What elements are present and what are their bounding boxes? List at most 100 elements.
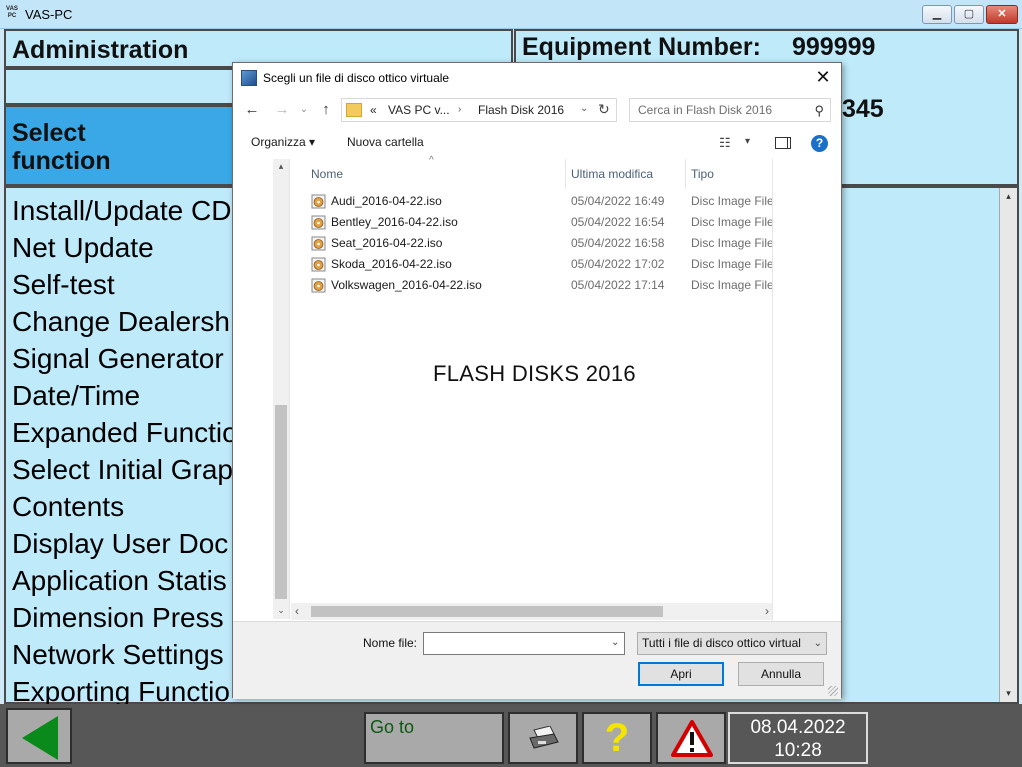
search-icon[interactable]: ⚲ [814, 103, 824, 119]
function-item[interactable]: Select Initial Grap [12, 451, 238, 488]
help-icon[interactable]: ? [811, 135, 828, 152]
minimize-button[interactable]: ▁ [922, 5, 952, 24]
scroll-right-icon[interactable]: › [765, 604, 769, 618]
search-box[interactable]: Cerca in Flash Disk 2016 ⚲ [629, 98, 831, 122]
warning-icon [671, 720, 713, 757]
recent-locations-icon[interactable]: ⌄ [295, 101, 313, 119]
file-row[interactable]: Skoda_2016-04-22.iso 05/04/2022 17:02 Disc… [291, 254, 774, 275]
function-list-scrollbar[interactable]: ▴ ▾ [999, 188, 1017, 702]
help-icon: ? [604, 716, 630, 760]
file-name: Skoda_2016-04-22.iso [331, 257, 452, 271]
column-name-label: Nome [311, 167, 344, 181]
open-button[interactable]: Apri [638, 662, 724, 686]
disc-image-icon [311, 278, 326, 293]
file-row[interactable]: Bentley_2016-04-22.iso 05/04/2022 16:54 Di… [291, 212, 774, 233]
file-name: Audi_2016-04-22.iso [331, 194, 442, 208]
file-name: Seat_2016-04-22.iso [331, 236, 443, 250]
cancel-button[interactable]: Annulla [738, 662, 824, 686]
datetime-display: 08.04.2022 10:28 [728, 712, 868, 764]
select-function-title: Select function [12, 119, 111, 175]
back-arrow-icon [22, 716, 58, 760]
function-item[interactable]: Expanded Functio [12, 414, 238, 451]
function-item[interactable]: Contents [12, 488, 238, 525]
back-arrow-icon[interactable]: ← [243, 101, 261, 119]
back-button[interactable] [6, 708, 72, 764]
dialog-footer: Nome file: ⌄ Tutti i file di disco ottic… [233, 621, 841, 699]
print-button[interactable] [508, 712, 578, 764]
new-folder-button[interactable]: Nuova cartella [347, 135, 424, 149]
disc-image-icon [311, 194, 326, 209]
file-type: Disc Image File [691, 194, 774, 208]
dialog-content: ▴ ⌄ Nome ^ Ultima modifica Tipo Audi_201… [233, 155, 841, 621]
scroll-left-icon[interactable]: ‹ [295, 604, 299, 618]
function-item[interactable]: Date/Time [12, 377, 238, 414]
organize-menu[interactable]: Organizza ▾ [251, 135, 315, 149]
help-button[interactable]: ? [582, 712, 652, 764]
column-separator[interactable] [565, 159, 566, 189]
function-item[interactable]: Change Dealersh [12, 303, 238, 340]
app-icon: VAS PC [6, 6, 18, 19]
function-item[interactable]: Application Statis [12, 562, 238, 599]
function-item[interactable]: Net Update [12, 229, 238, 266]
function-item[interactable]: Self-test [12, 266, 238, 303]
file-row[interactable]: Seat_2016-04-22.iso 05/04/2022 16:58 Disc … [291, 233, 774, 254]
resize-grip[interactable] [828, 686, 838, 696]
window-titlebar: VAS PC VAS-PC ▁ ▢ ✕ [0, 0, 1022, 29]
file-row[interactable]: Audi_2016-04-22.iso 05/04/2022 16:49 Disc … [291, 191, 774, 212]
file-name: Bentley_2016-04-22.iso [331, 215, 458, 229]
dialog-title: Scegli un file di disco ottico virtuale [263, 71, 450, 85]
file-modified: 05/04/2022 16:58 [571, 236, 665, 250]
flash-disks-label: FLASH DISKS 2016 [433, 361, 636, 386]
time-text: 10:28 [774, 740, 822, 761]
scroll-up-icon[interactable]: ▴ [1000, 188, 1017, 205]
file-modified: 05/04/2022 16:49 [571, 194, 665, 208]
equipment-second-value: 345 [842, 95, 884, 123]
warning-button[interactable] [656, 712, 726, 764]
up-folder-icon[interactable]: ↑ [317, 101, 335, 119]
function-item[interactable]: Install/Update CD [12, 192, 238, 229]
file-type: Disc Image File [691, 215, 774, 229]
column-header-type[interactable]: Tipo [691, 159, 714, 189]
filename-dropdown-icon[interactable]: ⌄ [611, 637, 619, 648]
equipment-value: 999999 [792, 33, 876, 61]
search-placeholder: Cerca in Flash Disk 2016 [638, 103, 773, 117]
address-chevrons[interactable]: « [370, 103, 377, 117]
scroll-thumb[interactable] [311, 606, 663, 617]
file-type-filter[interactable]: Tutti i file di disco ottico virtual ⌄ [637, 632, 827, 655]
scroll-thumb[interactable] [275, 405, 287, 599]
column-header-name[interactable]: Nome [311, 159, 343, 189]
scroll-up-icon[interactable]: ▴ [273, 161, 289, 172]
scroll-down-icon[interactable]: ▾ [1000, 685, 1017, 702]
refresh-icon[interactable]: ↻ [598, 101, 610, 118]
close-button[interactable]: ✕ [986, 5, 1018, 24]
column-separator[interactable] [685, 159, 686, 189]
address-dropdown-icon[interactable]: ⌄ [580, 103, 588, 114]
file-row[interactable]: Volkswagen_2016-04-22.iso 05/04/2022 17:1… [291, 275, 774, 296]
address-segment-parent[interactable]: VAS PC v... [388, 103, 450, 117]
file-type: Disc Image File [691, 257, 774, 271]
forward-arrow-icon[interactable]: → [273, 101, 291, 119]
date-text: 08.04.2022 [750, 717, 846, 738]
address-segment-current[interactable]: Flash Disk 2016 [478, 103, 564, 117]
preview-pane-icon[interactable] [775, 137, 791, 149]
address-bar[interactable]: « VAS PC v... › Flash Disk 2016 ⌄ ↻ [341, 98, 617, 122]
navigation-pane-scrollbar[interactable]: ▴ ⌄ [273, 159, 289, 619]
address-separator-icon[interactable]: › [458, 104, 461, 115]
filename-label: Nome file: [363, 636, 418, 650]
file-modified: 05/04/2022 17:14 [571, 278, 665, 292]
column-header-modified[interactable]: Ultima modifica [571, 159, 653, 189]
filename-input[interactable] [423, 632, 625, 655]
function-item[interactable]: Dimension Press [12, 599, 238, 636]
horizontal-scrollbar[interactable]: ‹ › [291, 603, 773, 620]
file-type: Disc Image File [691, 236, 774, 250]
goto-button[interactable]: Go to [364, 712, 504, 764]
file-dialog: Scegli un file di disco ottico virtuale … [232, 62, 842, 699]
function-item[interactable]: Display User Doc [12, 525, 238, 562]
view-dropdown-icon[interactable]: ▾ [745, 136, 750, 147]
scroll-down-icon[interactable]: ⌄ [273, 605, 289, 616]
function-item[interactable]: Signal Generator [12, 340, 238, 377]
maximize-button[interactable]: ▢ [954, 5, 984, 24]
function-item[interactable]: Network Settings [12, 636, 238, 673]
view-options-icon[interactable]: ☷ [719, 135, 731, 151]
dialog-close-icon[interactable]: ✕ [813, 67, 833, 87]
